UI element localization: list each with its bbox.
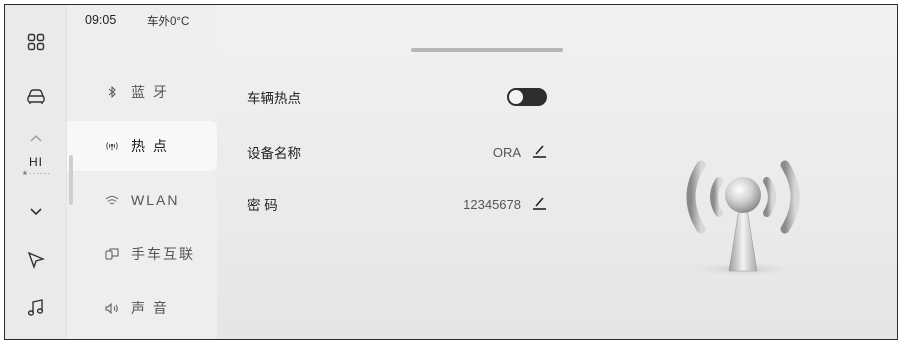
outside-temperature: 车外0°C	[147, 16, 190, 28]
device-name-row: 设备名称 ORA	[247, 137, 547, 167]
menu-item-wlan[interactable]: WLAN	[67, 175, 217, 225]
hotspot-tower-illustration	[673, 145, 813, 285]
password-label: 密 码	[247, 198, 278, 213]
speaker-icon	[105, 302, 119, 314]
menu-item-label: 蓝 牙	[131, 84, 169, 100]
music-icon[interactable]	[5, 293, 67, 323]
edit-pencil-icon[interactable]	[531, 195, 547, 214]
menu-item-label: 声 音	[131, 300, 169, 316]
left-rail: HI ❀ - - - - - -	[5, 5, 67, 339]
toggle-knob	[509, 90, 523, 104]
fan-speed-scale: ❀ - - - - - -	[22, 171, 50, 177]
phone-link-icon	[105, 248, 119, 260]
menu-item-phone-link[interactable]: 手车互联	[67, 229, 217, 279]
device-name-label: 设备名称	[247, 146, 301, 161]
chevron-down-icon[interactable]	[5, 197, 67, 227]
menu-item-bluetooth[interactable]: 蓝 牙	[67, 67, 217, 117]
password-value-group[interactable]: 12345678	[463, 195, 547, 214]
bluetooth-icon	[105, 86, 119, 98]
menu-item-label: WLAN	[131, 192, 180, 208]
hotspot-toggle[interactable]	[507, 88, 547, 106]
clock: 09:05	[85, 13, 117, 27]
menu-scrollbar[interactable]	[69, 155, 73, 205]
device-name-value-group[interactable]: ORA	[493, 143, 547, 162]
hotspot-icon	[105, 140, 119, 152]
edit-pencil-icon[interactable]	[531, 143, 547, 162]
menu-item-label: 热 点	[131, 138, 169, 154]
password-row: 密 码 12345678	[247, 189, 547, 219]
password-value: 12345678	[463, 196, 521, 212]
hotspot-label: 车辆热点	[247, 91, 301, 106]
apps-grid-icon[interactable]	[5, 27, 67, 57]
settings-menu: 蓝 牙 热 点 WLAN 手车互联 声 音	[67, 39, 217, 339]
screen-frame: HI ❀ - - - - - - 09:05 车外0°C 蓝 牙 热 点 WLA…	[4, 4, 898, 340]
chevron-up-icon[interactable]	[5, 123, 67, 153]
menu-item-hotspot[interactable]: 热 点	[67, 121, 217, 171]
drag-handle[interactable]	[411, 48, 563, 52]
menu-item-sound[interactable]: 声 音	[67, 283, 217, 333]
car-icon[interactable]	[5, 82, 67, 112]
hotspot-settings-panel: 车辆热点 设备名称 ORA 密 码 12345678	[217, 5, 897, 339]
wifi-icon	[105, 195, 119, 206]
fan-speed[interactable]: HI ❀ - - - - - -	[5, 155, 67, 177]
device-name-value: ORA	[492, 144, 521, 160]
fan-speed-label: HI	[29, 155, 43, 169]
hotspot-row: 车辆热点	[247, 82, 547, 112]
navigation-icon[interactable]	[5, 245, 67, 275]
menu-item-label: 手车互联	[131, 246, 195, 262]
